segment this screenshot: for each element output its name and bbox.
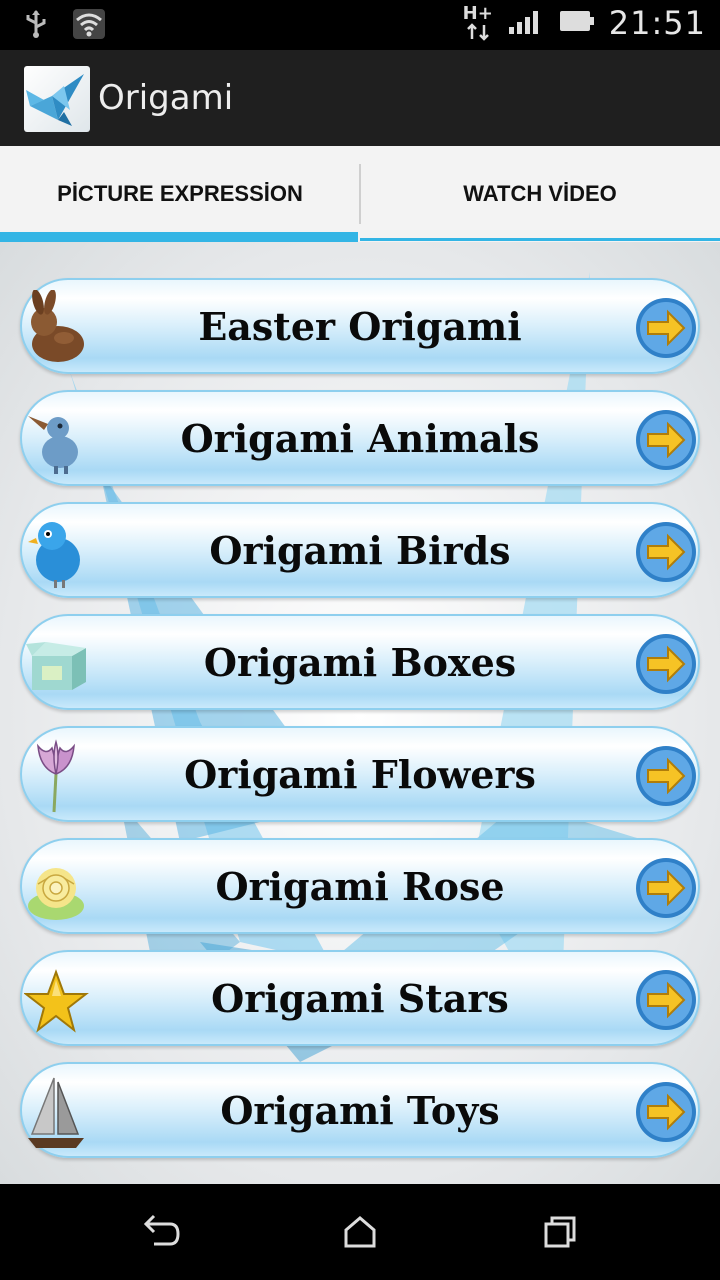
arrow-right-icon[interactable] xyxy=(634,296,698,360)
signal-icon xyxy=(507,7,545,40)
arrow-right-icon[interactable] xyxy=(634,1080,698,1144)
usb-icon xyxy=(22,9,50,44)
arrow-right-icon[interactable] xyxy=(634,632,698,696)
menu-item-label: Easter Origami xyxy=(198,304,522,349)
menu-item-origami-stars[interactable]: Origami Stars xyxy=(20,950,700,1046)
tab-label: WATCH VİDEO xyxy=(463,181,617,206)
menu-item-origami-birds[interactable]: Origami Birds xyxy=(20,502,700,598)
status-time: 21:51 xyxy=(608,4,706,42)
menu-item-label: Origami Stars xyxy=(211,976,509,1021)
menu-item-label: Origami Rose xyxy=(215,864,505,909)
tab-label: PİCTURE EXPRESSİON xyxy=(57,181,303,206)
menu-item-origami-boxes[interactable]: Origami Boxes xyxy=(20,614,700,710)
menu-item-origami-toys[interactable]: Origami Toys xyxy=(20,1062,700,1158)
tab-underline xyxy=(360,238,720,241)
tab-selected-indicator xyxy=(0,232,358,242)
tab-watch-video[interactable]: WATCH VİDEO xyxy=(360,146,720,242)
menu-item-origami-flowers[interactable]: Origami Flowers xyxy=(20,726,700,822)
menu-item-easter-origami[interactable]: Easter Origami xyxy=(20,278,700,374)
menu-item-label: Origami Boxes xyxy=(203,640,517,685)
wifi-icon xyxy=(72,8,106,45)
back-icon[interactable] xyxy=(140,1212,180,1252)
menu-item-label: Origami Animals xyxy=(180,416,540,461)
battery-icon xyxy=(559,9,595,38)
menu-item-label: Origami Toys xyxy=(220,1088,500,1133)
navigation-bar xyxy=(0,1184,720,1280)
arrow-right-icon[interactable] xyxy=(634,408,698,472)
tab-picture-expression[interactable]: PİCTURE EXPRESSİON xyxy=(0,146,360,242)
menu-item-label: Origami Birds xyxy=(209,528,511,573)
menu-item-label: Origami Flowers xyxy=(184,752,536,797)
origami-crane-icon[interactable] xyxy=(24,66,90,132)
arrow-right-icon[interactable] xyxy=(634,856,698,920)
home-icon[interactable] xyxy=(340,1212,380,1252)
recents-icon[interactable] xyxy=(540,1212,580,1252)
arrow-right-icon[interactable] xyxy=(634,744,698,808)
app-title: Origami xyxy=(98,78,234,118)
action-bar: Origami xyxy=(0,50,720,146)
network-type-indicator: H+ xyxy=(463,5,493,41)
tab-bar: PİCTURE EXPRESSİON WATCH VİDEO xyxy=(0,146,720,242)
menu-content: Easter Origami Origami Animals Origami B… xyxy=(0,242,720,1184)
arrow-right-icon[interactable] xyxy=(634,520,698,584)
menu-item-origami-rose[interactable]: Origami Rose xyxy=(20,838,700,934)
menu-item-origami-animals[interactable]: Origami Animals xyxy=(20,390,700,486)
arrow-right-icon[interactable] xyxy=(634,968,698,1032)
status-bar: H+ 21:51 xyxy=(0,0,720,50)
